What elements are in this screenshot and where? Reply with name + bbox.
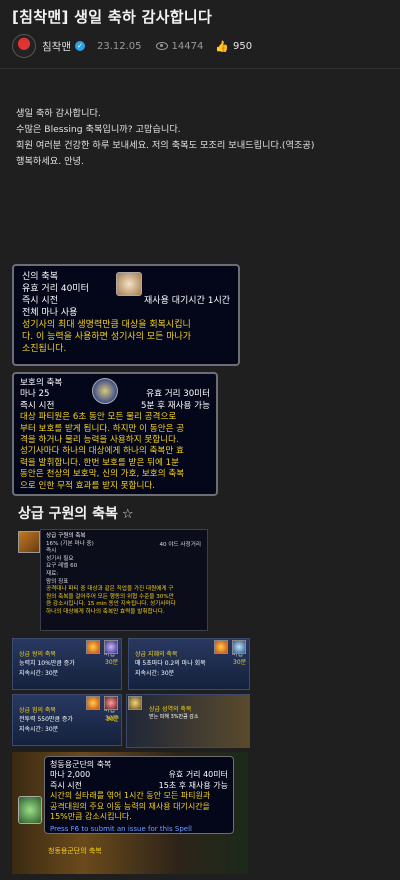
spell-mana: 마나 25 (20, 389, 50, 400)
buff-greater-sanctuary: 상급 성역의 축복 받는 피해 3%만큼 감소 (126, 694, 250, 748)
spell-cost: 전체 마나 사용 (22, 308, 78, 318)
bronze-blessing-icon (18, 796, 42, 824)
divider (0, 68, 400, 69)
spell-desc: 15%만큼 감소시킵니다. (50, 812, 132, 822)
spell-cooldown: 15초 후 재사용 가능 (158, 780, 228, 790)
post-meta: 침착맨 ✓ 23.12.05 14474 👍 950 (12, 34, 252, 58)
buff-duration: 30분 (233, 659, 247, 666)
buff-name: 상급 지혜의 축복 (135, 651, 178, 658)
spell-range: 유효 거리 40미터 (168, 770, 228, 780)
spell-desc: 공격대원의 주요 이동 능력의 재사용 대기시간을 (50, 801, 210, 811)
spell-cooldown: 5분 후 재사용 가능 (140, 400, 210, 411)
spell-desc: 소진됩니다. (22, 344, 67, 354)
shield-hand-icon (92, 378, 118, 404)
tooltip-caption: 청동용군단의 축복 (48, 847, 102, 855)
spell-cooldown: 재사용 대기시간 1시간 (144, 296, 230, 306)
fire-buff-icon (86, 696, 100, 710)
verified-icon: ✓ (74, 41, 85, 51)
like-count: 950 (233, 40, 253, 52)
fire-buff-icon (86, 640, 100, 654)
spell-tooltip-divine-blessing: 신의 축복 유효 거리 40미터 즉시 시전 재사용 대기시간 1시간 전체 마나… (12, 264, 240, 366)
body-line: 회원 여러분 건강한 하루 보내세요. 저의 축복도 모조리 보내드립니다.(역… (16, 140, 315, 151)
spell-desc: 력을 발휘합니다. 한번 보호를 받은 뒤에 1분 (20, 457, 179, 468)
spell-mana: 마나 2,000 (50, 770, 91, 780)
hand-blessing-icon (116, 272, 142, 296)
avatar[interactable] (12, 34, 36, 58)
body-line: 수많은 Blessing 축복입니까? 고맙습니다. (16, 124, 181, 135)
buff-duration: 30분 (105, 659, 119, 666)
post-date: 23.12.05 (96, 40, 142, 52)
wh-line: 공격대나 파티 중 대상과 같은 직업을 가진 대원에게 구 (46, 586, 174, 593)
spell-desc: 부터 보호를 받게 됩니다. 하지만 이 동안은 공 (20, 423, 185, 434)
spell-name: 청동용군단의 축복 (50, 760, 112, 769)
buff-name: 상급 성역의 축복 (149, 706, 192, 713)
spell-desc: 격을 하거나 물리 능력을 사용하지 못합니다. (20, 435, 179, 446)
view-count: 14474 (171, 40, 204, 52)
kings-buff-icon (104, 640, 118, 654)
wh-line: 재료: (46, 570, 59, 577)
author-name[interactable]: 침착맨 (42, 39, 71, 54)
wisdom-buff-icon (232, 640, 246, 654)
spell-range: 유효 거리 30미터 (146, 389, 210, 400)
spell-tooltip-protection: 보호의 축복 마나 25 유효 거리 30미터 즉시 시전 5분 후 재사용 가능 … (12, 372, 218, 496)
spell-desc: 성기사마다 하나의 대상에게 하나의 축복만 효 (20, 446, 184, 457)
buff-duration: 30분 (106, 716, 120, 723)
spell-range: 40 야드 사정거리 (159, 542, 201, 548)
spell-desc: 으로 인한 무적 효과를 받지 못합니다. (20, 480, 155, 491)
spell-desc: 다. 이 능력을 사용하면 성기사의 모든 마나가 (22, 332, 192, 342)
buff-time: 지속시간: 30분 (19, 670, 59, 677)
spell-cast: 즉시 시전 (20, 400, 55, 411)
buff-time: 지속시간: 30분 (19, 726, 59, 733)
greater-salvation-icon (18, 531, 40, 553)
post-title: [침착맨] 생일 축하 감사합니다 (12, 8, 213, 26)
spell-desc: 성기사의 최대 생명력만큼 대상을 회복시킵니 (22, 320, 191, 330)
buff-name: 상급 왕의 축복 (19, 651, 56, 658)
post-body: 생일 축하 감사합니다. 수많은 Blessing 축복입니까? 고맙습니다. … (16, 106, 391, 170)
buff-desc: 매 5초마다 0.2의 마나 회복 (135, 660, 206, 667)
wh-line: 요구 레벨 60 (46, 563, 78, 570)
wowhead-title: 상급 구원의 축복 ☆ (18, 506, 134, 522)
eye-icon (155, 42, 168, 50)
body-line: 생일 축하 감사합니다. (16, 108, 101, 119)
wh-line: 큼 감소시킵니다. 15 min 동안 지속됩니다. 성기사마다 (46, 601, 176, 608)
buff-name: 상급 힘의 축복 (19, 707, 56, 714)
buff-desc: 전투력 550만큼 증가 (19, 716, 73, 723)
spell-desc: 시간의 실타래를 엮어 1시간 동안 모든 파티원과 (50, 791, 211, 801)
might-buff-icon (104, 696, 118, 710)
spell-desc: 동안은 천상의 보호막, 신의 가호, 보호의 축복 (20, 469, 185, 480)
wh-line: 상급 구원의 축복 (46, 533, 86, 539)
spell-desc: 대상 파티원은 6초 동안 모든 물리 공격으로 (20, 412, 177, 423)
body-line: 행복하세요. 안녕. (16, 156, 84, 167)
fire-buff-icon (214, 640, 228, 654)
spell-cast: 즉시 시전 (50, 780, 82, 790)
star-icon[interactable]: ☆ (122, 507, 134, 522)
thumbs-up-icon[interactable]: 👍 (215, 40, 229, 53)
spell-tooltip-bronze-dragonflight: 청동용군단의 축복 마나 2,000 유효 거리 40미터 즉시 시전 15초 후 … (44, 756, 234, 834)
buff-desc: 받는 피해 3%만큼 감소 (149, 714, 199, 720)
spell-cast: 즉시 시전 (22, 296, 58, 306)
buff-desc: 능력치 10%만큼 증가 (19, 660, 75, 667)
wh-line: 하나의 대상에게 하나의 축복만 효력을 발휘합니다. (46, 608, 165, 615)
sanctuary-buff-icon (128, 696, 142, 710)
buff-time: 지속시간: 30분 (135, 670, 175, 677)
wowhead-tooltip: 40 야드 사정거리 상급 구원의 축복 16% (기본 마나 중) 즉시 성기… (40, 529, 208, 631)
help-text: Press F6 to submit an issue for this Spe… (50, 825, 192, 833)
